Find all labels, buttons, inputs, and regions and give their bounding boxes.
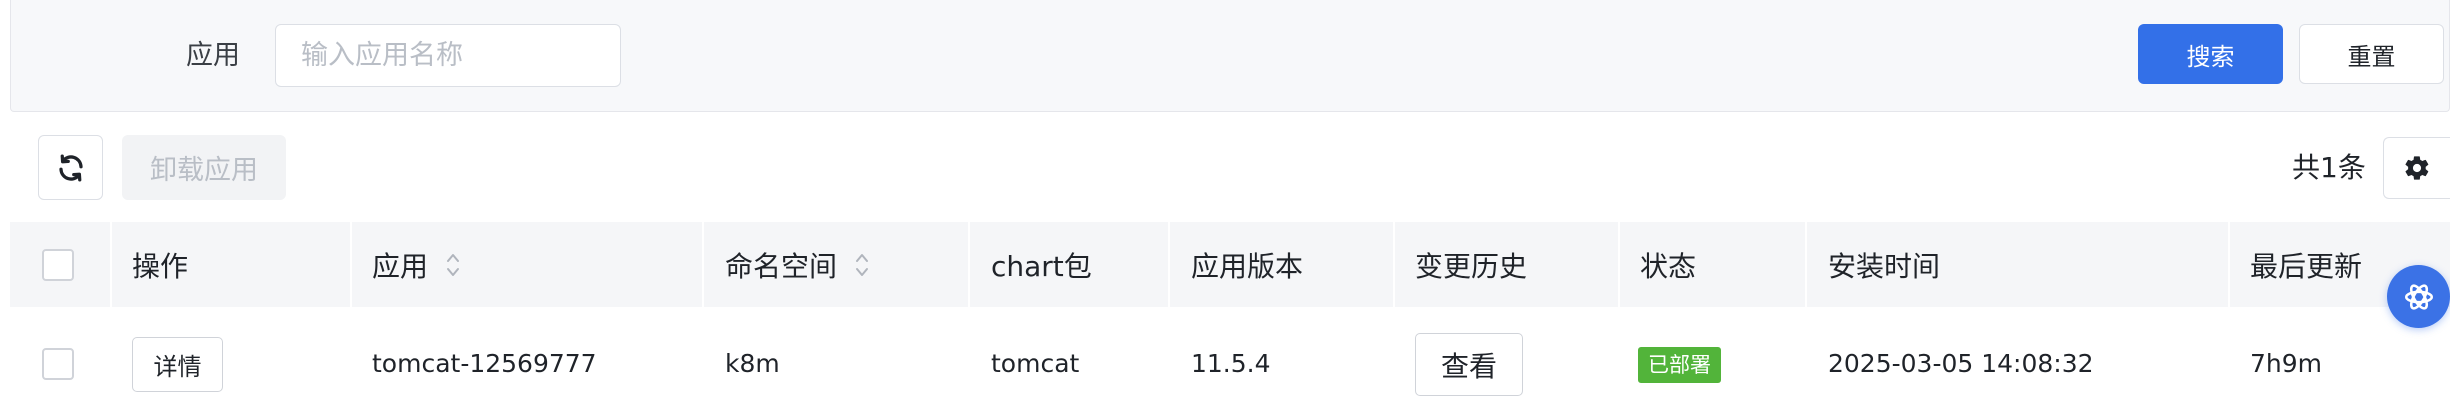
column-header-version: 应用版本 bbox=[1191, 249, 1304, 283]
gear-icon bbox=[2405, 156, 2429, 180]
status-badge: 已部署 bbox=[1638, 347, 1721, 383]
ai-assistant-icon bbox=[2404, 283, 2433, 310]
row-checkbox[interactable] bbox=[42, 348, 74, 380]
view-history-button[interactable]: 查看 bbox=[1415, 333, 1523, 396]
column-header-status: 状态 bbox=[1640, 249, 1697, 283]
reset-button[interactable]: 重置 bbox=[2299, 24, 2444, 84]
cell-app-name: tomcat-12569777 bbox=[372, 349, 597, 378]
refresh-button[interactable] bbox=[38, 135, 103, 200]
search-label-app: 应用 bbox=[186, 40, 240, 71]
column-header-actions: 操作 bbox=[132, 249, 189, 283]
app-name-search-input[interactable] bbox=[275, 24, 621, 87]
column-header-history: 变更历史 bbox=[1415, 249, 1528, 283]
cell-install-time: 2025-03-05 14:08:32 bbox=[1828, 349, 2094, 378]
sort-icon[interactable] bbox=[855, 251, 869, 279]
column-header-install-time: 安装时间 bbox=[1828, 249, 1941, 283]
column-settings-button[interactable] bbox=[2383, 137, 2450, 199]
table-header: 操作 应用 命名空间 chart包 应用版本 变更历史 状态 安装时间 最后更新 bbox=[10, 222, 2450, 307]
refresh-icon bbox=[58, 154, 83, 181]
column-header-namespace[interactable]: 命名空间 bbox=[725, 222, 869, 307]
column-divider bbox=[1618, 222, 1620, 307]
column-divider bbox=[702, 222, 704, 307]
total-count: 共1条 bbox=[2292, 151, 2366, 184]
cell-version: 11.5.4 bbox=[1191, 349, 1271, 378]
uninstall-app-button[interactable]: 卸载应用 bbox=[122, 135, 286, 200]
cell-chart: tomcat bbox=[991, 349, 1080, 378]
column-header-last-update: 最后更新 bbox=[2250, 249, 2363, 283]
column-divider bbox=[1168, 222, 1170, 307]
column-header-chart: chart包 bbox=[991, 249, 1092, 283]
column-divider bbox=[2228, 222, 2230, 307]
column-header-app[interactable]: 应用 bbox=[372, 222, 460, 307]
column-divider bbox=[1393, 222, 1395, 307]
detail-button[interactable]: 详情 bbox=[132, 337, 223, 392]
column-divider bbox=[1805, 222, 1807, 307]
search-panel: 应用 搜索 重置 bbox=[10, 0, 2450, 112]
column-divider bbox=[110, 222, 112, 307]
cell-namespace: k8m bbox=[725, 349, 780, 378]
column-divider bbox=[968, 222, 970, 307]
search-button[interactable]: 搜索 bbox=[2138, 24, 2283, 84]
ai-assistant-button[interactable] bbox=[2387, 265, 2450, 328]
column-divider bbox=[350, 222, 352, 307]
sort-icon[interactable] bbox=[446, 251, 460, 279]
select-all-checkbox[interactable] bbox=[42, 249, 74, 281]
cell-last-update: 7h9m bbox=[2250, 349, 2323, 378]
